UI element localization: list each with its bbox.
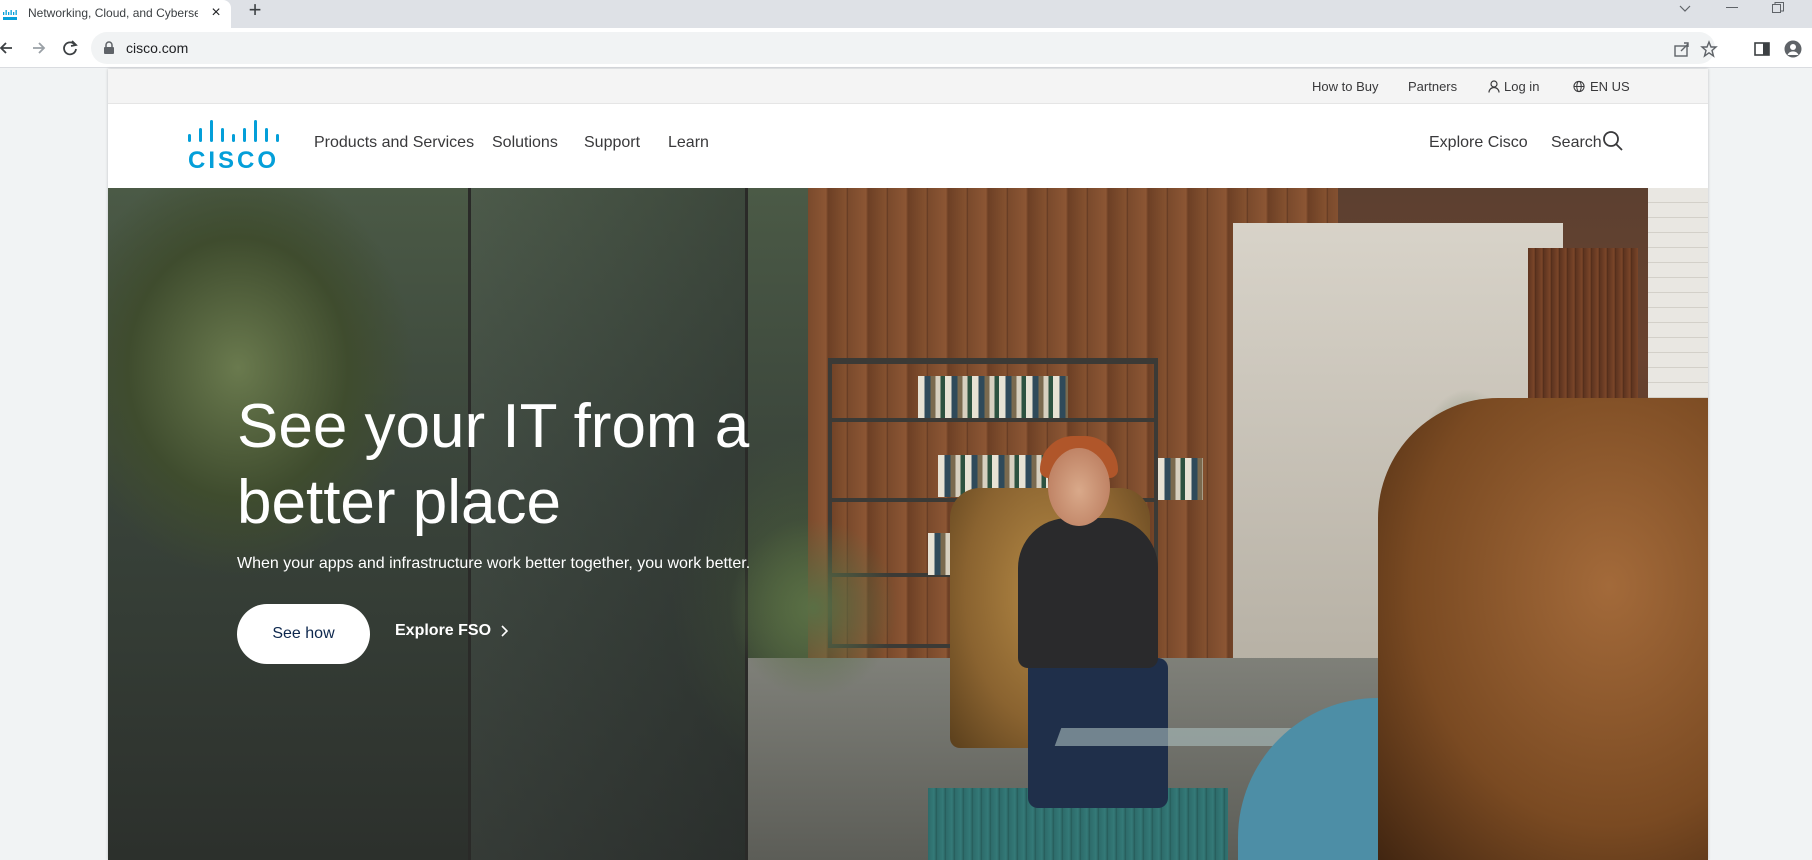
tab-title: Networking, Cloud, and Cyberse: [28, 6, 198, 20]
browser-tabstrip: Networking, Cloud, and Cyberse × +: [0, 0, 1812, 28]
cisco-favicon-icon: [3, 10, 17, 20]
log-in-link[interactable]: Log in: [1504, 79, 1539, 94]
svg-text:CISCO: CISCO: [188, 147, 279, 172]
lock-icon[interactable]: [103, 41, 115, 55]
url-text[interactable]: cisco.com: [126, 40, 188, 56]
explore-cisco-link[interactable]: Explore Cisco: [1429, 134, 1528, 152]
back-arrow-icon[interactable]: [0, 37, 18, 59]
profile-icon[interactable]: [1784, 40, 1802, 58]
user-icon: [1488, 80, 1500, 93]
side-panel-icon[interactable]: [1753, 40, 1771, 58]
chevron-right-icon: [501, 625, 509, 637]
new-tab-button[interactable]: +: [244, 0, 266, 22]
restore-icon[interactable]: [1772, 2, 1784, 14]
see-how-button[interactable]: See how: [237, 604, 370, 664]
explore-fso-link[interactable]: Explore FSO: [395, 622, 509, 640]
utility-nav: How to Buy Partners Log in EN US: [108, 69, 1708, 104]
nav-products-and-services[interactable]: Products and Services: [314, 134, 474, 152]
reload-icon[interactable]: [59, 37, 81, 59]
nav-learn[interactable]: Learn: [668, 134, 709, 152]
tab-close-icon[interactable]: ×: [207, 3, 225, 23]
globe-icon: [1573, 80, 1585, 93]
web-page: How to Buy Partners Log in EN US CISCO P…: [108, 69, 1708, 860]
search-icon[interactable]: [1602, 130, 1624, 152]
how-to-buy-link[interactable]: How to Buy: [1312, 79, 1378, 94]
star-icon[interactable]: [1700, 40, 1718, 58]
main-nav: CISCO Products and Services Solutions Su…: [108, 104, 1708, 188]
search-label[interactable]: Search: [1551, 134, 1602, 152]
browser-tab[interactable]: Networking, Cloud, and Cyberse ×: [0, 0, 231, 28]
hero-banner: See your IT from a better place When you…: [108, 188, 1708, 860]
hero-content: See your IT from a better place When you…: [237, 188, 937, 860]
nav-support[interactable]: Support: [584, 134, 640, 152]
cisco-logo[interactable]: CISCO: [186, 120, 281, 172]
minimize-icon[interactable]: [1726, 7, 1738, 9]
share-icon[interactable]: [1673, 40, 1691, 58]
chevron-down-icon[interactable]: [1679, 5, 1691, 13]
partners-link[interactable]: Partners: [1408, 79, 1457, 94]
explore-fso-label: Explore FSO: [395, 622, 492, 639]
browser-toolbar: cisco.com: [0, 28, 1812, 68]
hero-title: See your IT from a better place: [237, 392, 750, 537]
address-bar[interactable]: cisco.com: [91, 32, 1718, 64]
forward-arrow-icon[interactable]: [27, 37, 49, 59]
nav-solutions[interactable]: Solutions: [492, 134, 558, 152]
hero-subtitle: When your apps and infrastructure work b…: [237, 555, 751, 572]
language-selector[interactable]: EN US: [1590, 79, 1630, 94]
